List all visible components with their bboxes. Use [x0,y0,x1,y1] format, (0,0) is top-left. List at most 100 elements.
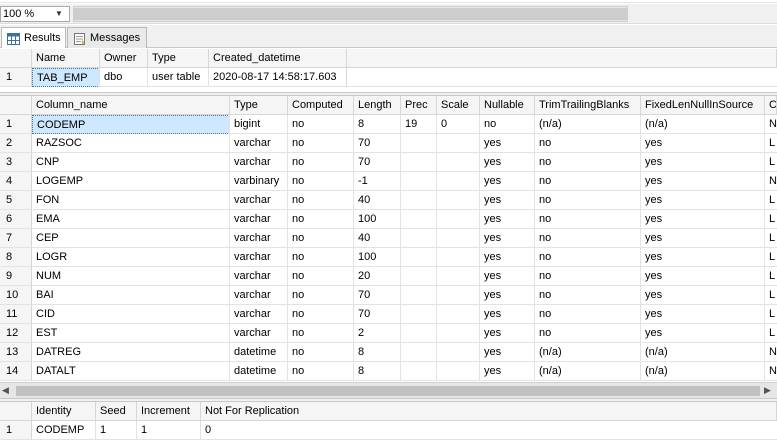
grid-cell[interactable] [401,267,437,286]
grid-cell[interactable]: L [765,324,777,343]
grid-cell[interactable] [437,305,480,324]
grid-cell[interactable]: 8 [354,343,401,362]
grid-horizontal-scrollbar[interactable]: ◀ ▶ [0,382,777,398]
grid-cell[interactable] [401,172,437,191]
column-header[interactable]: Created_datetime [209,49,777,68]
grid-cell[interactable]: L [765,210,777,229]
grid-cell[interactable]: yes [480,324,535,343]
grid-cell[interactable]: yes [641,134,765,153]
grid-cell[interactable]: no [288,267,354,286]
grid-cell[interactable]: yes [480,172,535,191]
scroll-left-icon[interactable]: ◀ [2,385,9,396]
grid-cell[interactable]: no [480,115,535,134]
column-header[interactable]: Length [354,96,401,115]
grid-cell[interactable] [401,248,437,267]
grid-cell[interactable]: CEP [32,229,230,248]
editor-scroll-thumb[interactable] [74,8,627,20]
grid-cell[interactable] [437,324,480,343]
grid-cell[interactable]: varchar [230,210,288,229]
grid-cell[interactable]: no [535,248,641,267]
grid-cell[interactable]: 2 [354,324,401,343]
row-selector[interactable]: 13 [0,343,32,362]
grid-cell[interactable]: no [288,191,354,210]
grid-cell[interactable] [437,229,480,248]
grid-cell[interactable]: LOGR [32,248,230,267]
grid-cell[interactable]: yes [480,286,535,305]
grid-cell[interactable] [401,286,437,305]
results-grid-table-info[interactable]: Name Owner Type Created_datetime 1 TAB_EMP dbo… [0,49,777,92]
grid-cell[interactable]: varchar [230,286,288,305]
grid-cell[interactable]: no [288,115,354,134]
grid-cell[interactable]: (n/a) [535,362,641,381]
grid-cell[interactable]: no [535,286,641,305]
grid-cell[interactable]: yes [480,153,535,172]
column-header[interactable]: Type [230,96,288,115]
grid-cell[interactable] [437,153,480,172]
grid-cell[interactable]: 8 [354,115,401,134]
grid-cell[interactable]: varchar [230,248,288,267]
grid-cell[interactable]: yes [480,343,535,362]
column-header[interactable]: Identity [32,402,96,421]
grid-cell[interactable] [401,134,437,153]
grid-cell[interactable] [437,172,480,191]
grid-cell[interactable]: NUM [32,267,230,286]
grid-cell[interactable]: 1 [137,421,201,440]
column-header[interactable]: Computed [288,96,354,115]
grid-corner[interactable] [0,96,32,115]
grid-cell[interactable]: (n/a) [641,362,765,381]
scroll-right-icon[interactable]: ▶ [764,385,771,396]
column-header[interactable]: C [765,96,777,115]
grid-cell[interactable]: yes [480,229,535,248]
row-selector[interactable]: 8 [0,248,32,267]
grid-cell[interactable] [401,191,437,210]
row-selector[interactable]: 11 [0,305,32,324]
row-selector[interactable]: 1 [0,115,32,134]
grid-cell[interactable]: yes [480,305,535,324]
grid-cell[interactable] [437,248,480,267]
grid-scroll-thumb[interactable] [16,386,760,396]
grid-cell[interactable]: yes [480,134,535,153]
grid-cell[interactable]: no [288,248,354,267]
grid-cell[interactable]: 100 [354,248,401,267]
grid-cell[interactable]: (n/a) [641,343,765,362]
grid-cell[interactable]: yes [641,286,765,305]
grid-cell[interactable]: no [288,172,354,191]
tab-results[interactable]: Results [1,27,66,48]
column-header[interactable]: Scale [437,96,480,115]
grid-cell[interactable]: (n/a) [535,343,641,362]
grid-cell[interactable]: CODEMP [32,421,96,440]
grid-cell[interactable]: no [535,172,641,191]
editor-horizontal-scrollbar[interactable] [73,6,628,22]
grid-cell[interactable]: yes [480,210,535,229]
grid-cell[interactable]: no [535,134,641,153]
row-selector[interactable]: 3 [0,153,32,172]
grid-cell[interactable]: varchar [230,134,288,153]
grid-cell[interactable]: varchar [230,153,288,172]
grid-cell[interactable]: yes [641,305,765,324]
grid-cell[interactable] [437,134,480,153]
grid-cell[interactable]: 40 [354,191,401,210]
grid-cell[interactable]: no [288,343,354,362]
grid-cell[interactable]: no [288,286,354,305]
grid-cell[interactable] [401,343,437,362]
grid-cell[interactable] [437,267,480,286]
grid-cell[interactable]: yes [480,191,535,210]
grid-cell[interactable]: L [765,191,777,210]
grid-cell[interactable]: N [765,362,777,381]
grid-cell[interactable] [401,324,437,343]
grid-cell[interactable]: L [765,248,777,267]
grid-cell[interactable]: no [288,229,354,248]
grid-cell[interactable]: CID [32,305,230,324]
grid-cell[interactable]: -1 [354,172,401,191]
grid-cell[interactable]: yes [641,172,765,191]
grid-cell[interactable]: no [288,362,354,381]
grid-cell[interactable]: EST [32,324,230,343]
column-header[interactable]: Increment [137,402,201,421]
grid-cell[interactable]: CNP [32,153,230,172]
row-selector[interactable]: 14 [0,362,32,381]
grid-cell[interactable] [437,362,480,381]
column-header[interactable]: Type [148,49,209,68]
grid-cell[interactable] [401,362,437,381]
grid-cell[interactable]: yes [641,191,765,210]
grid-cell[interactable] [437,210,480,229]
